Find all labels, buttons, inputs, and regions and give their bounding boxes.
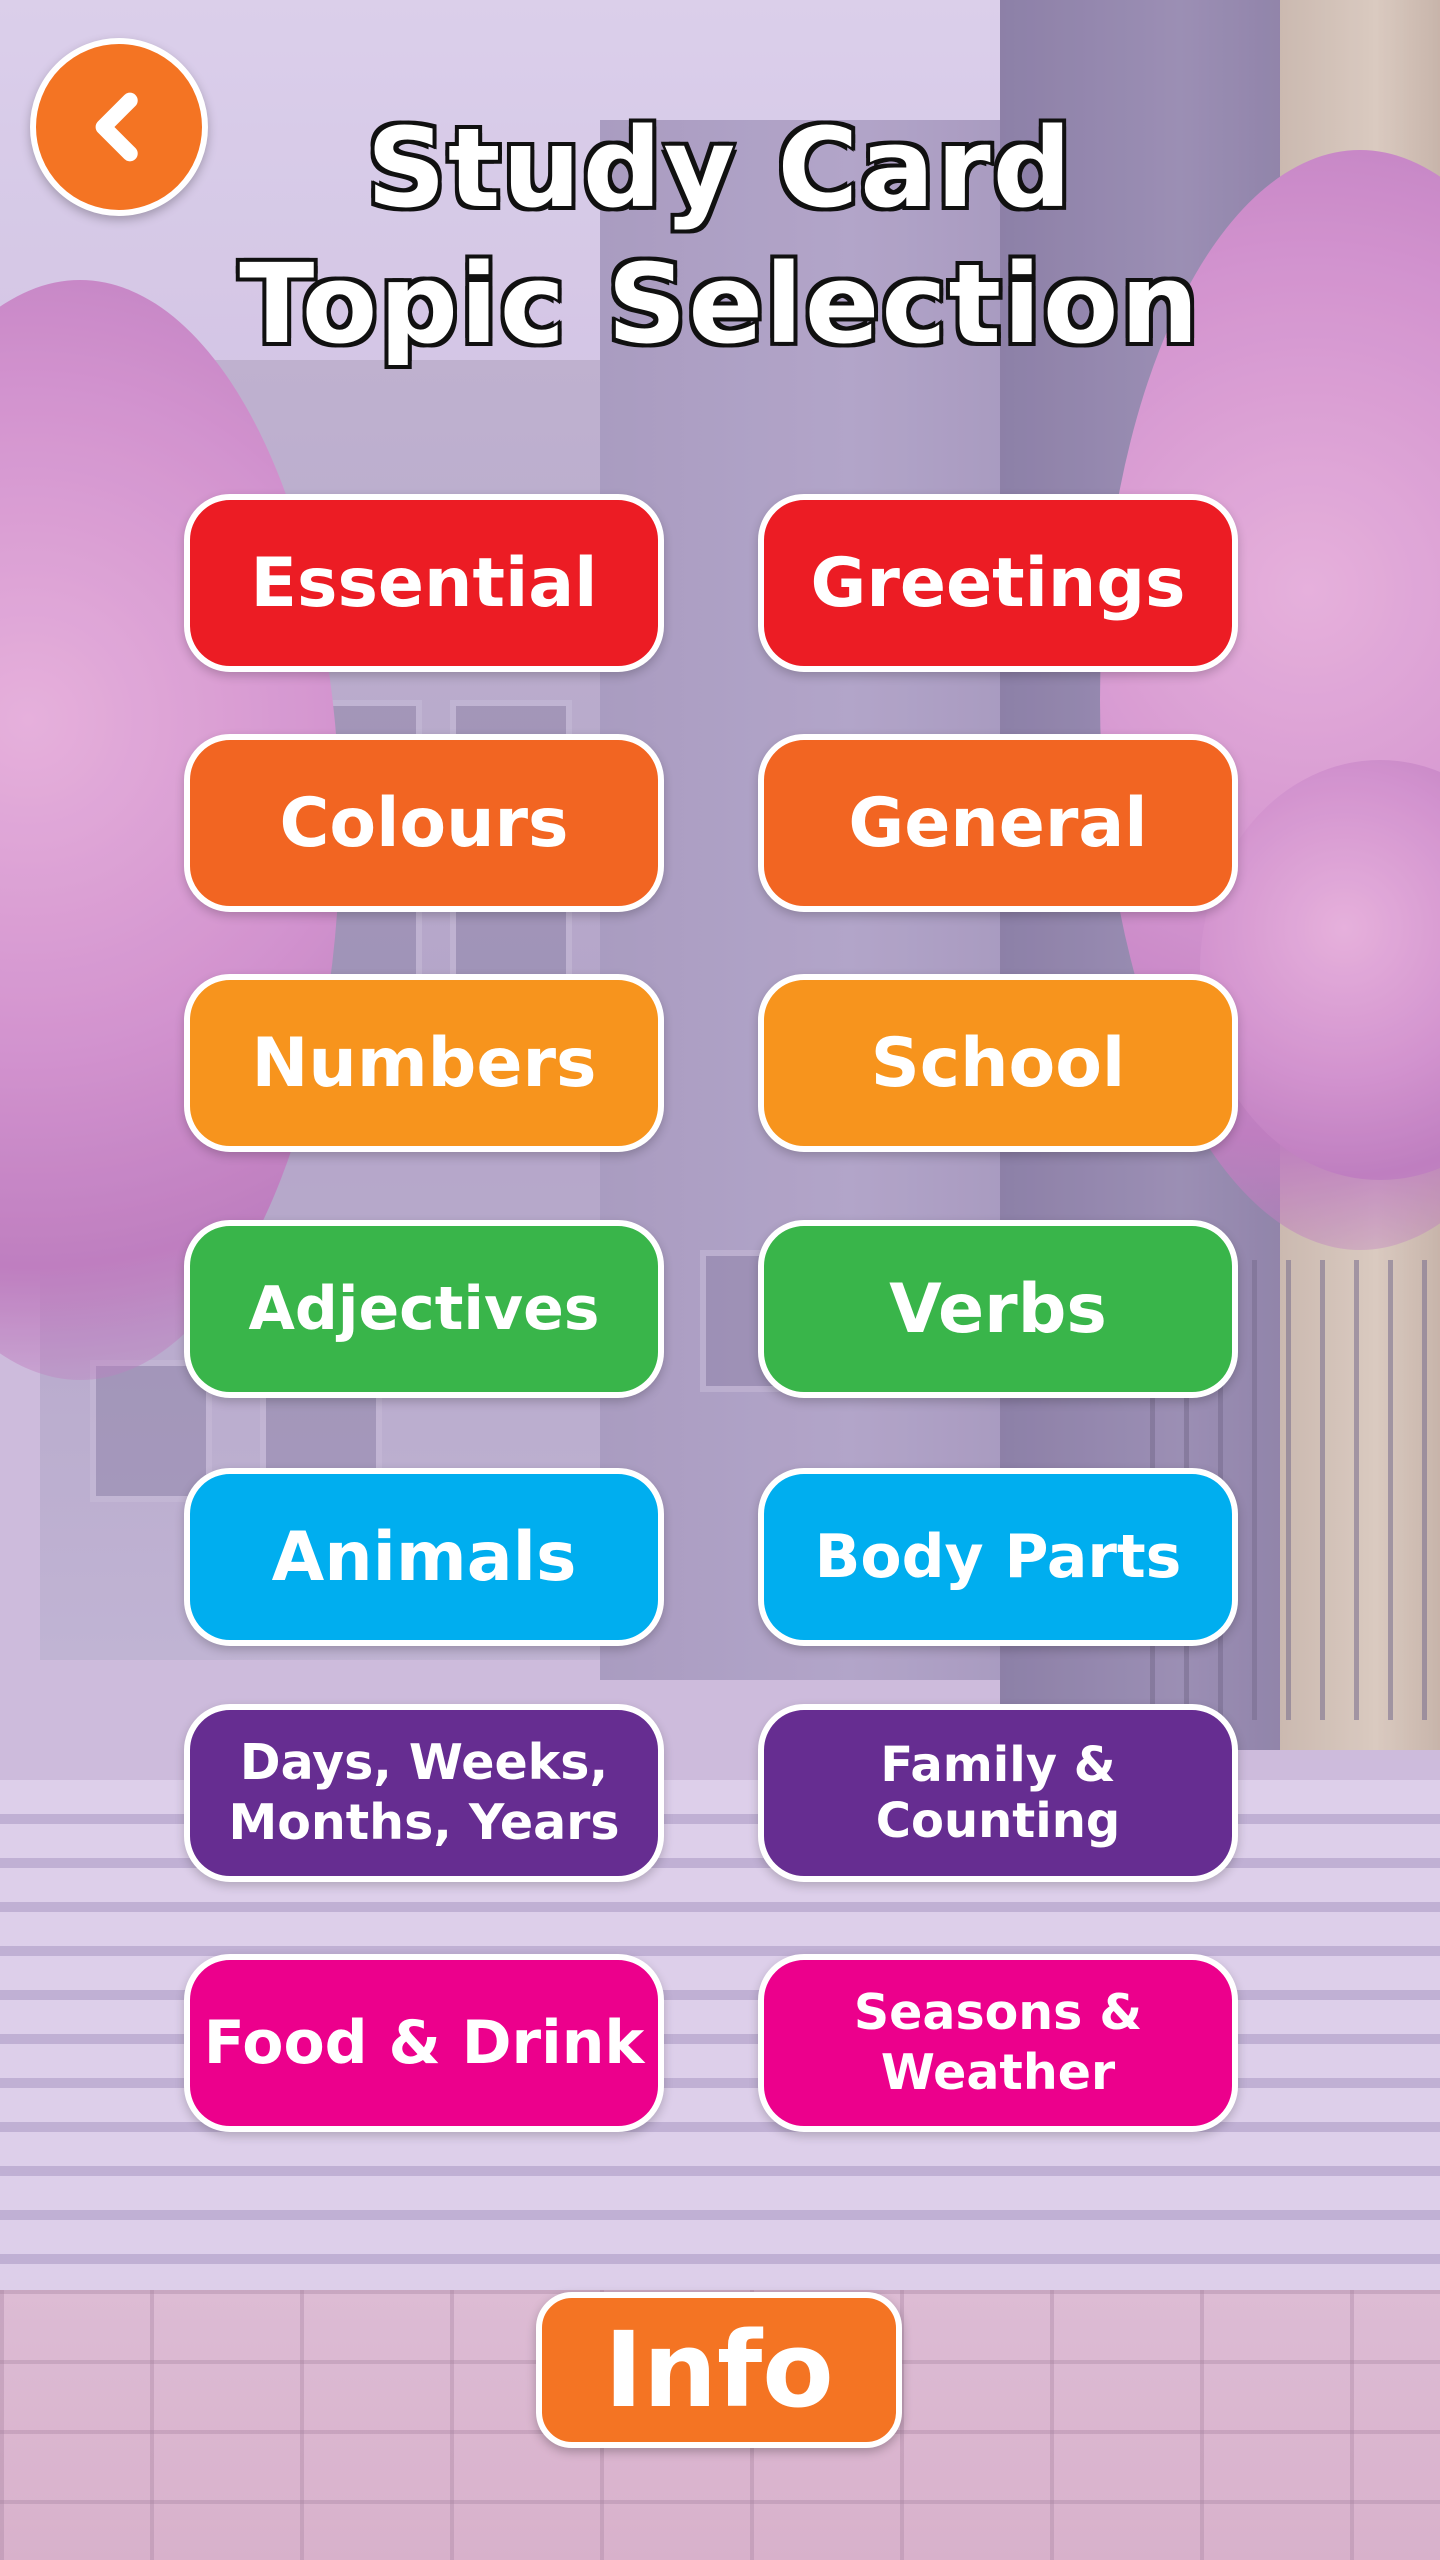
topic-seasons-weather-button[interactable]: Seasons & Weather — [758, 1954, 1238, 2132]
topic-adjectives-button[interactable]: Adjectives — [184, 1220, 664, 1398]
topic-label-line-1: Seasons & — [853, 1984, 1143, 2041]
topic-label: Greetings — [810, 543, 1186, 623]
topic-label-line-1: Days, Weeks, — [239, 1734, 609, 1791]
topic-label-line-2: Weather — [880, 2044, 1116, 2101]
title-line-2: Topic Selection — [237, 238, 1201, 371]
topic-numbers-button[interactable]: Numbers — [184, 974, 664, 1152]
topic-label-line-2: Months, Years — [228, 1794, 620, 1851]
topic-label: Verbs — [889, 1269, 1107, 1349]
topic-general-button[interactable]: General — [758, 734, 1238, 912]
topic-label: General — [848, 783, 1148, 863]
info-label: Info — [604, 2309, 834, 2431]
topic-label: Food & Drink — [203, 2008, 645, 2078]
page-title: Study Card Topic Selection — [200, 100, 1240, 372]
info-button[interactable]: Info — [536, 2292, 902, 2448]
topic-colours-button[interactable]: Colours — [184, 734, 664, 912]
back-button[interactable] — [30, 38, 208, 216]
topic-label: Adjectives — [248, 1274, 600, 1344]
topic-days-weeks-months-years-button[interactable]: Days, Weeks, Months, Years — [184, 1704, 664, 1882]
topic-family-counting-button[interactable]: Family & Counting — [758, 1704, 1238, 1882]
topic-animals-button[interactable]: Animals — [184, 1468, 664, 1646]
topic-label: School — [870, 1023, 1126, 1103]
topic-label: Colours — [279, 783, 569, 863]
topic-label: Family & Counting — [875, 1737, 1121, 1849]
topic-essential-button[interactable]: Essential — [184, 494, 664, 672]
topic-label: Animals — [271, 1517, 577, 1597]
topic-label: Essential — [250, 543, 598, 623]
topic-label: Body Parts — [814, 1522, 1182, 1592]
topic-verbs-button[interactable]: Verbs — [758, 1220, 1238, 1398]
title-line-1: Study Card — [364, 102, 1074, 235]
topic-school-button[interactable]: School — [758, 974, 1238, 1152]
topic-greetings-button[interactable]: Greetings — [758, 494, 1238, 672]
topic-label: Numbers — [251, 1023, 597, 1103]
topic-food-drink-button[interactable]: Food & Drink — [184, 1954, 664, 2132]
topic-body-parts-button[interactable]: Body Parts — [758, 1468, 1238, 1646]
chevron-left-icon — [95, 92, 138, 162]
